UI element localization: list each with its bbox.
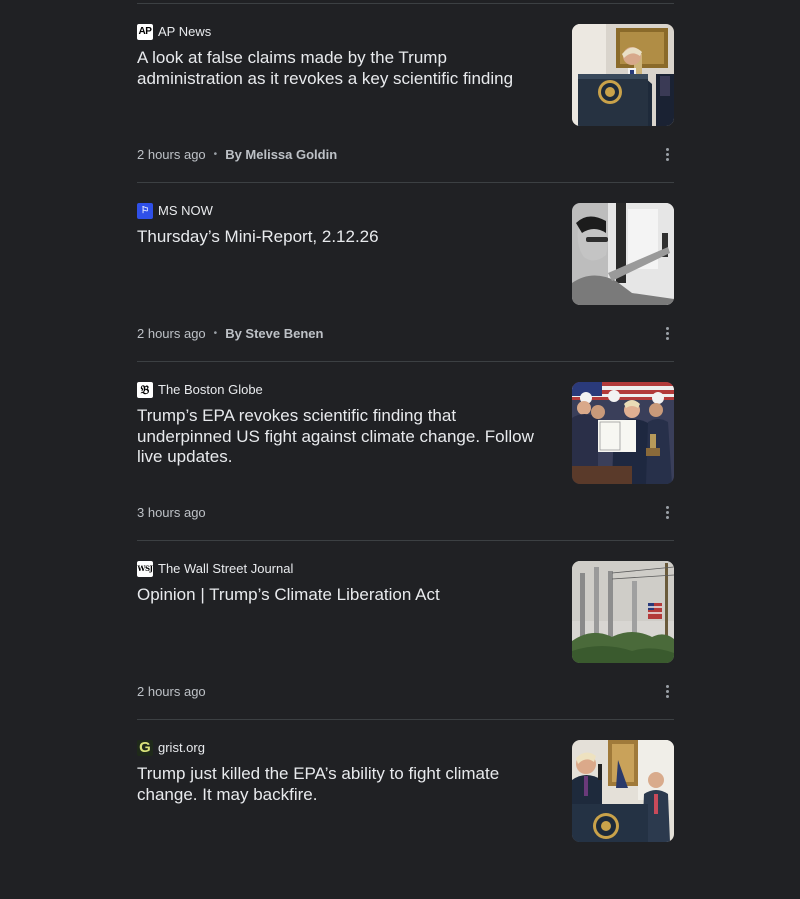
article-meta: 2 hours ago <box>137 682 206 700</box>
source-row[interactable]: G grist.org <box>137 740 205 756</box>
ap-news-logo-icon: AP <box>137 24 153 40</box>
wsj-logo-icon: WSJ <box>137 561 153 577</box>
source-row[interactable]: AP AP News <box>137 24 211 40</box>
article-meta: 2 hours ago • By Steve Benen <box>137 324 323 342</box>
source-name[interactable]: grist.org <box>158 740 205 756</box>
source-name[interactable]: The Boston Globe <box>158 382 263 398</box>
article-time: 3 hours ago <box>137 504 206 520</box>
more-options-button[interactable] <box>661 145 673 163</box>
article-thumbnail[interactable] <box>572 740 674 842</box>
source-row[interactable]: ⚐ MS NOW <box>137 203 213 219</box>
article-thumbnail[interactable] <box>572 203 674 305</box>
article-headline[interactable]: Thursday’s Mini-Report, 2.12.26 <box>137 227 547 248</box>
more-options-button[interactable] <box>661 324 673 342</box>
article-headline[interactable]: Trump’s EPA revokes scientific finding t… <box>137 406 547 468</box>
more-options-button[interactable] <box>661 682 673 700</box>
source-row[interactable]: 𝔅 The Boston Globe <box>137 382 263 398</box>
article-author: By Melissa Goldin <box>225 146 338 162</box>
article-headline[interactable]: Opinion | Trump’s Climate Liberation Act <box>137 585 547 606</box>
ms-now-logo-icon: ⚐ <box>137 203 153 219</box>
article-time: 2 hours ago <box>137 683 206 699</box>
article-meta: 2 hours ago • By Melissa Goldin <box>137 145 337 163</box>
article-card[interactable]: ⚐ MS NOW Thursday’s Mini-Report, 2.12.26… <box>137 183 674 362</box>
boston-globe-logo-icon: 𝔅 <box>137 382 153 398</box>
source-name[interactable]: The Wall Street Journal <box>158 561 293 577</box>
article-author: By Steve Benen <box>225 325 324 341</box>
article-meta: 3 hours ago <box>137 503 206 521</box>
article-headline[interactable]: Trump just killed the EPA’s ability to f… <box>137 764 547 805</box>
article-headline[interactable]: A look at false claims made by the Trump… <box>137 48 547 89</box>
meta-separator-dot: • <box>213 148 218 160</box>
article-card[interactable]: 𝔅 The Boston Globe Trump’s EPA revokes s… <box>137 362 674 541</box>
source-name[interactable]: MS NOW <box>158 203 213 219</box>
article-thumbnail[interactable] <box>572 24 674 126</box>
source-name[interactable]: AP News <box>158 24 211 40</box>
more-options-button[interactable] <box>661 503 673 521</box>
article-thumbnail[interactable] <box>572 382 674 484</box>
article-card[interactable]: WSJ The Wall Street Journal Opinion | Tr… <box>137 541 674 720</box>
source-row[interactable]: WSJ The Wall Street Journal <box>137 561 293 577</box>
article-time: 2 hours ago <box>137 325 206 341</box>
article-time: 2 hours ago <box>137 146 206 162</box>
article-card[interactable]: G grist.org Trump just killed the EPA’s … <box>137 720 674 899</box>
article-thumbnail[interactable] <box>572 561 674 663</box>
meta-separator-dot: • <box>213 327 218 339</box>
grist-logo-icon: G <box>137 740 153 756</box>
article-card[interactable]: AP AP News A look at false claims made b… <box>137 4 674 183</box>
